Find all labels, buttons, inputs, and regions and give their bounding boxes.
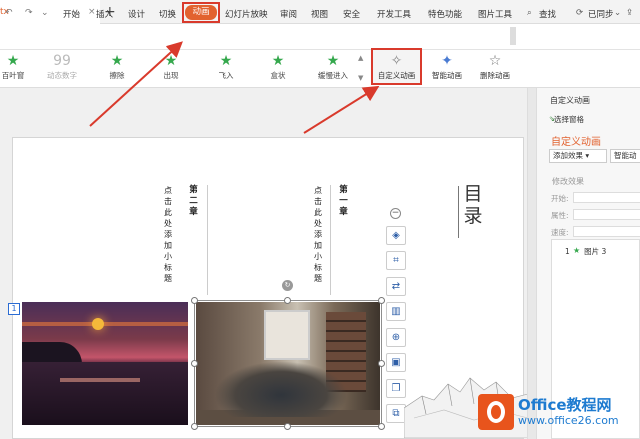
resize-handle[interactable] [284,297,291,304]
effect-blinds[interactable]: ★ 百叶窗 [0,50,38,88]
animation-list-item[interactable]: 1 图片 3 [565,246,606,257]
delete-animation-icon: ☆ [488,53,502,69]
share-icon[interactable]: ⇪ [626,8,633,18]
smart-animation-icon: ✦ [441,53,453,69]
star-icon: ★ [326,53,340,69]
chapter-1-heading[interactable]: 第一章 [338,185,349,218]
replace-icon[interactable]: ⇄ [386,277,406,296]
search-label[interactable]: 查找 [539,8,556,20]
resize-handle[interactable] [191,423,198,430]
smart-animation-button[interactable]: ✦ 智能动画 [424,50,470,86]
effect-dynamic-number[interactable]: 99 动态数字 [37,50,87,88]
sync-icon[interactable]: ⟳ [576,8,583,18]
chapter-2-heading[interactable]: 第二章 [188,185,199,218]
divider [458,186,459,238]
selection-frame [194,300,382,427]
star-icon: ★ [110,53,124,69]
resize-handle[interactable] [191,297,198,304]
property-label: 属性: [551,211,569,220]
watermark-name: Office教程网 [518,396,612,414]
modify-effect-label: 修改效果 [552,177,584,186]
star-icon: ★ [271,53,285,69]
menu-animation[interactable]: 动画 [185,5,217,20]
delete-animation-button[interactable]: ☆ 删除动画 [472,50,518,86]
layout-icon[interactable]: ▥ [386,302,406,321]
menu-slideshow[interactable]: 幻灯片放映 [225,8,268,20]
star-icon: ★ [164,53,178,69]
rotate-handle[interactable]: ↻ [282,280,293,291]
layers-icon[interactable]: ◈ [386,226,406,245]
sync-label[interactable]: 已同步 [588,8,614,20]
subtitle-placeholder-1[interactable]: 点击此处添加小标题 [313,185,323,284]
menu-transition[interactable]: 切换 [159,8,176,20]
redo-icon[interactable]: ↷ [25,8,33,18]
menu-insert[interactable]: 插入 [96,8,113,20]
effect-wipe[interactable]: ★ 擦除 [92,50,142,88]
menu-picture-tools[interactable]: 图片工具 [478,8,512,20]
menu-bar [0,24,640,50]
custom-animation-icon: ✧ [390,53,403,69]
menu-view[interactable]: 视图 [311,8,328,20]
menu-developer[interactable]: 开发工具 [377,8,411,20]
collapse-toolbar-button[interactable]: − [390,208,401,219]
menu-home[interactable]: 开始 [63,8,80,20]
catalog-title[interactable]: 目录 [462,183,484,227]
effect-box[interactable]: ★ 盒状 [253,50,303,88]
add-effect-button[interactable]: 添加效果 ▾ [549,149,607,163]
menu-security[interactable]: 安全 [343,8,360,20]
copy-icon[interactable]: ❐ [386,379,406,398]
effect-fly-in[interactable]: ★ 飞入 [201,50,251,88]
selection-pane-link[interactable]: 选择窗格 [554,114,584,125]
divider [207,185,208,295]
speed-label: 速度: [551,228,569,237]
zoom-icon[interactable]: ⊕ [386,328,406,347]
resize-handle[interactable] [378,423,385,430]
speed-select[interactable] [573,226,640,237]
divider [330,185,331,295]
effect-slow-enter[interactable]: ★ 缓慢进入 [308,50,358,88]
resize-handle[interactable] [284,423,291,430]
watermark-url: www.office26.com [518,414,619,427]
crop-icon[interactable]: ⌗ [386,251,406,270]
sunset-image[interactable] [22,302,188,425]
number-icon: 99 [53,53,71,69]
document-tab[interactable] [0,0,100,24]
resize-handle[interactable] [191,360,198,367]
star-icon: ★ [6,53,20,69]
resize-handle[interactable] [378,360,385,367]
undo-icon[interactable]: ↶ [5,8,13,18]
effect-appear[interactable]: ★ 出现 [146,50,196,88]
app-window: tx × + ↶ ↷ ⌄ 开始 插入 设计 切换 动画 幻灯片放映 审阅 视图 … [0,0,640,439]
more-icon[interactable]: ⧉ [386,404,406,423]
pane-heading: 自定义动画 [551,137,601,148]
menu-scroll[interactable] [510,27,516,45]
sync-dropdown-icon[interactable]: ⌄ [614,8,621,18]
resize-handle[interactable] [378,297,385,304]
menu-features[interactable]: 特色功能 [428,8,462,20]
slide-number-badge: 1 [8,303,20,315]
star-icon: ★ [573,246,581,255]
subtitle-placeholder-2[interactable]: 点击此处添加小标题 [163,185,173,284]
start-label: 开始: [551,194,569,203]
frame-icon[interactable]: ▣ [386,353,406,372]
property-select[interactable] [573,209,640,220]
menu-design[interactable]: 设计 [128,8,145,20]
start-select[interactable] [573,192,640,203]
smart-animation-pane-button[interactable]: 智能动 [610,149,640,163]
quick-more-icon[interactable]: ⌄ [41,8,49,18]
pane-title[interactable]: 自定义动画 [550,95,590,106]
chevron-up-icon[interactable]: ▲ [358,54,363,62]
search-icon[interactable]: ⌕ [527,8,532,18]
custom-animation-button[interactable]: ✧ 自定义动画 [371,48,422,85]
menu-review[interactable]: 审阅 [280,8,297,20]
chevron-down-icon[interactable]: ▼ [358,74,363,82]
star-icon: ★ [219,53,233,69]
close-icon[interactable]: × [88,7,96,17]
vertical-scrollbar[interactable] [527,88,536,439]
